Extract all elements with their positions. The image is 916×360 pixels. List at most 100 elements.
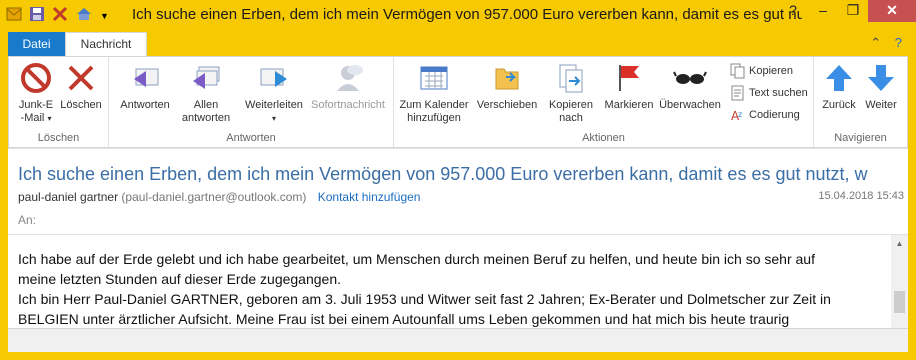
junk-icon (21, 63, 51, 93)
message-header: Ich suche einen Erben, dem ich mein Verm… (8, 148, 908, 234)
quick-access-toolbar: ▼ (6, 6, 116, 26)
next-button[interactable]: Weiter (860, 61, 902, 112)
watch-button[interactable]: Überwachen (656, 61, 724, 112)
reply-all-label-line2: antworten (181, 112, 231, 124)
folder-move-icon (495, 68, 519, 90)
calendar-label-line2: hinzufügen (407, 112, 461, 124)
next-label: Weiter (865, 99, 897, 111)
watch-label: Überwachen (659, 99, 721, 111)
instant-message-label: Sofortnachricht (311, 99, 385, 111)
junk-dropdown-arrow: ▾ (47, 114, 52, 123)
reply-all-icon (193, 66, 220, 89)
sender-name[interactable]: paul-daniel gartner (18, 190, 118, 204)
body-line: Ich habe auf der Erde gelebt und ich hab… (18, 251, 815, 267)
group-actions: Zum Kalender hinzufügen Verschieben Kopi… (394, 57, 814, 147)
maximize-button[interactable]: ❐ (838, 0, 868, 22)
group-navigate-label: Navigieren (834, 132, 887, 144)
svg-text:z: z (738, 110, 742, 119)
status-bar (8, 328, 908, 352)
body-line: meine letzten Stunden auf dieser Erde zu… (18, 271, 342, 287)
message-date: 15.04.2018 15:43 (818, 190, 904, 202)
add-to-calendar-button[interactable]: Zum Kalender hinzufügen (398, 61, 470, 125)
scroll-thumb[interactable] (894, 291, 905, 313)
message-subject: Ich suche einen Erben, dem ich mein Verm… (18, 164, 868, 184)
help-icon[interactable]: ? (895, 35, 902, 50)
vertical-scrollbar[interactable]: ▲ (891, 235, 908, 328)
forward-icon (260, 68, 287, 87)
sender-email: (paul-daniel.gartner@outlook.com) (121, 190, 307, 204)
copy-button[interactable]: Kopieren (730, 63, 793, 79)
window-title: Ich suche einen Erben, dem ich mein Verm… (132, 6, 802, 23)
reply-all-button[interactable]: Allen antworten (179, 61, 233, 125)
red-flag-icon (619, 65, 639, 91)
delete-x-icon (68, 65, 94, 91)
forward-label: Weiterleiten (245, 99, 303, 111)
copy-to-button[interactable]: Kopieren nach (542, 61, 600, 125)
encoding-button[interactable]: Az Codierung (730, 107, 800, 123)
ribbon-tabs: Datei Nachricht ⌃ ? (8, 32, 908, 57)
add-contact-link[interactable]: Kontakt hinzufügen (318, 190, 421, 204)
instant-message-icon (337, 65, 363, 91)
body-line: Ich bin Herr Paul-Daniel GARTNER, gebore… (18, 291, 831, 307)
flag-label: Markieren (604, 99, 654, 111)
glasses-icon (673, 71, 707, 84)
copy-to-icon (559, 64, 583, 93)
close-button[interactable]: ✕ (868, 0, 916, 22)
ribbon-tab-icons: ⌃ ? (860, 35, 902, 51)
sender-line: paul-daniel gartner (paul-daniel.gartner… (18, 190, 420, 204)
previous-button[interactable]: Zurück (818, 61, 860, 112)
dropdown-icon[interactable]: ▼ (100, 7, 109, 25)
find-text-icon (731, 85, 744, 101)
minimize-button[interactable]: – (808, 0, 838, 22)
collapse-ribbon-icon[interactable]: ⌃ (870, 35, 881, 50)
delete-label: Löschen (60, 99, 102, 111)
group-actions-label: Aktionen (582, 132, 625, 144)
arrow-up-icon (826, 65, 852, 91)
group-delete: Junk-E -Mail ▾ Löschen Löschen (9, 57, 109, 147)
help-button[interactable]: ? (778, 0, 808, 22)
reply-all-label-line1: Allen (193, 99, 219, 111)
move-label: Verschieben (476, 99, 538, 111)
tab-message[interactable]: Nachricht (65, 32, 147, 57)
ribbon: Junk-E -Mail ▾ Löschen Löschen Antworten… (8, 56, 908, 148)
body-line: BELGIEN unter ärztlicher Aufsicht. Meine… (18, 311, 790, 327)
tab-file[interactable]: Datei (8, 32, 65, 56)
group-delete-label: Löschen (37, 132, 80, 144)
forward-dropdown-arrow: ▾ (271, 114, 276, 123)
group-navigate: Zurück Weiter Navigieren (814, 57, 907, 147)
copy-label: Kopieren (749, 65, 794, 77)
delete-button[interactable]: Löschen (57, 61, 105, 112)
message-body-text: Ich habe auf der Erde gelebt und ich hab… (18, 249, 878, 328)
previous-label: Zurück (822, 99, 856, 111)
calendar-icon (420, 66, 448, 90)
reply-button[interactable]: Antworten (115, 61, 175, 112)
find-text-label: Text suchen (749, 87, 808, 99)
group-respond: Antworten Allen antworten Weiterleiten ▾… (109, 57, 394, 147)
copy-to-label-line1: Kopieren (548, 99, 594, 111)
calendar-label-line1: Zum Kalender (399, 99, 469, 111)
reply-label: Antworten (120, 99, 170, 111)
group-respond-label: Antworten (226, 132, 276, 144)
encoding-label: Codierung (749, 109, 800, 121)
arrow-down-icon (868, 65, 894, 91)
flag-button[interactable]: Markieren (600, 61, 658, 112)
delete-icon[interactable] (52, 6, 68, 27)
message-body[interactable]: Ich habe auf der Erde gelebt und ich hab… (8, 234, 908, 328)
copy-to-label-line2: nach (559, 112, 583, 124)
junk-button[interactable]: Junk-E -Mail ▾ (13, 61, 59, 125)
window-controls: ? – ❐ ✕ (778, 0, 916, 24)
outlook-icon[interactable] (6, 6, 22, 27)
to-label: An: (18, 213, 37, 227)
forward-button[interactable]: Weiterleiten ▾ (239, 61, 309, 125)
move-icon[interactable] (75, 6, 93, 27)
scroll-up-arrow[interactable]: ▲ (891, 235, 908, 252)
encoding-icon: Az (731, 109, 742, 123)
move-button[interactable]: Verschieben (474, 61, 540, 112)
copy-icon (730, 63, 745, 79)
save-icon[interactable] (29, 6, 45, 27)
reply-icon (134, 68, 159, 87)
outlook-message-window: ▼ Ich suche einen Erben, dem ich mein Ve… (0, 0, 916, 360)
find-text-button[interactable]: Text suchen (730, 85, 808, 101)
title-bar: ▼ Ich suche einen Erben, dem ich mein Ve… (0, 0, 916, 32)
instant-message-button[interactable]: Sofortnachricht (307, 61, 389, 112)
